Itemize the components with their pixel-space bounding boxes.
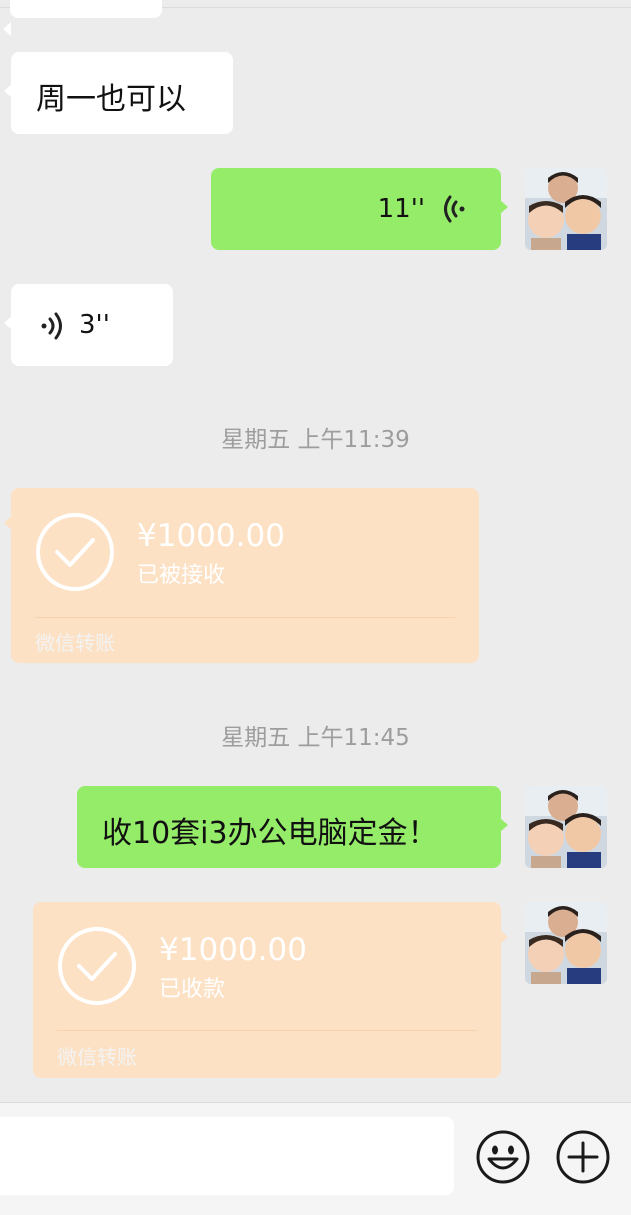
- avatar-photo: [525, 168, 607, 250]
- voice-message-sent[interactable]: 11'': [211, 168, 508, 250]
- message-bubble-text-received[interactable]: 周一也可以: [4, 52, 233, 134]
- transfer-card-sent[interactable]: ¥1000.00 已收款 微信转账: [33, 902, 508, 1078]
- avatar[interactable]: [525, 902, 607, 984]
- voice-wave-icon: [41, 312, 62, 340]
- voice-message-received[interactable]: 3'': [4, 284, 173, 366]
- transfer-divider: [35, 617, 455, 618]
- previous-message-bubble-edge[interactable]: [3, 0, 162, 36]
- transfer-footer-label: 微信转账: [57, 1045, 137, 1069]
- transfer-footer-label: 微信转账: [35, 631, 115, 655]
- avatar-photo: [525, 902, 607, 984]
- transfer-amount: ¥1000.00: [159, 932, 307, 968]
- plus-circle-icon[interactable]: [555, 1129, 611, 1185]
- transfer-divider: [57, 1030, 477, 1031]
- voice-duration: 11'': [377, 194, 425, 224]
- transfer-card-received[interactable]: ¥1000.00 已被接收 微信转账: [4, 488, 479, 663]
- transfer-amount: ¥1000.00: [137, 518, 285, 554]
- message-bubble-text-sent[interactable]: 收10套i3办公电脑定金！: [77, 786, 508, 868]
- transfer-status: 已被接收: [137, 563, 226, 588]
- timestamp: 星期五 上午11:39: [221, 427, 410, 453]
- smiley-face-icon[interactable]: [475, 1129, 531, 1185]
- avatar[interactable]: [525, 168, 607, 250]
- message-text: 周一也可以: [36, 82, 186, 117]
- transfer-status: 已收款: [159, 977, 226, 1002]
- voice-wave-icon: [444, 195, 465, 223]
- timestamp: 星期五 上午11:45: [221, 725, 410, 751]
- message-input[interactable]: [0, 1117, 454, 1195]
- check-circle-icon: [58, 927, 136, 1005]
- message-text: 收10套i3办公电脑定金！: [102, 816, 438, 851]
- check-circle-icon: [36, 513, 114, 591]
- avatar[interactable]: [525, 786, 607, 868]
- avatar-photo: [525, 786, 607, 868]
- voice-duration: 3'': [79, 310, 110, 340]
